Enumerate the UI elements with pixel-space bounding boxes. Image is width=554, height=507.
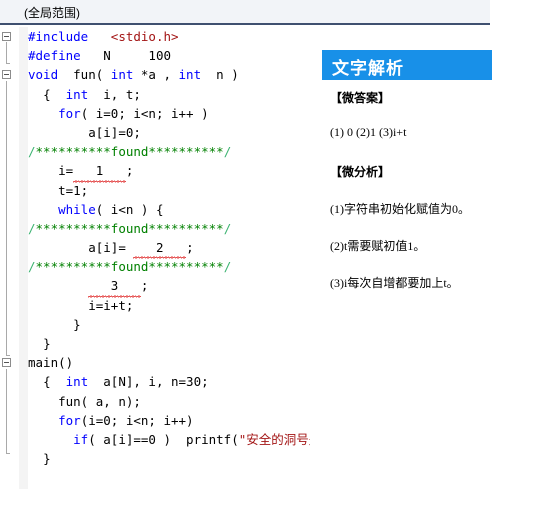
code-comment: **********found********** (35, 259, 224, 275)
code-token: *a , (133, 67, 179, 83)
code-comment: **********found********** (35, 144, 224, 160)
code-fold-toggle-icon[interactable] (2, 32, 11, 41)
code-token: ; (125, 163, 134, 179)
answer-blank[interactable]: 3 (88, 276, 141, 298)
analysis-paragraph: (1) 0 (2)1 (3)i+t (330, 125, 407, 139)
code-token: { (43, 374, 66, 390)
code-keyword: while (58, 201, 96, 217)
code-token: n ) (201, 67, 239, 83)
code-token: } (73, 316, 81, 332)
code-fold-toggle-icon[interactable] (2, 358, 11, 368)
code-token: i=i+t; (88, 297, 134, 313)
code-token: ( i=0; i<n; i++ ) (80, 105, 209, 121)
answer-blank[interactable]: 2 (133, 238, 187, 260)
code-token: ; (140, 278, 149, 294)
code-keyword: int (65, 86, 89, 102)
code-token: fun( (58, 67, 111, 83)
code-token: a[i]=0; (88, 124, 141, 140)
scope-label: (全局范围) (24, 6, 80, 20)
code-token: N 100 (80, 48, 171, 64)
code-token: <stdio.h> (110, 29, 179, 44)
code-editor[interactable]: #include <stdio.h> #define N 100 void fun(… (0, 27, 432, 507)
answer-blank[interactable]: 1 (73, 161, 126, 183)
analysis-section-heading: 【微分析】 (330, 165, 391, 179)
scope-bar[interactable]: (全局范围) (0, 0, 490, 25)
code-token: a[N], i, n=30; (88, 374, 209, 390)
scope-bar-filler (490, 0, 554, 25)
code-token: ( i<n ) { (95, 201, 164, 217)
analysis-panel-header: 文字解析 (322, 50, 492, 80)
code-keyword: int (65, 374, 89, 390)
code-keyword: int (110, 67, 134, 83)
answer-blank-value: 3 (88, 278, 141, 294)
analysis-section-heading: 【微答案】 (330, 91, 391, 105)
code-token: } (43, 336, 51, 351)
code-token: { (43, 86, 66, 102)
code-block-guide-line (6, 80, 7, 356)
code-comment: / (28, 220, 36, 236)
code-comment: / (223, 259, 232, 275)
code-token: ; (186, 240, 194, 256)
code-comment: / (28, 144, 36, 160)
analysis-paragraph: (2)t需要赋初值1。 (330, 239, 426, 253)
analysis-panel: 文字解析 【微答案】 (1) 0 (2)1 (3)i+t 【微分析】 (1)字符串初始… (310, 27, 554, 507)
code-token: a[i]= (88, 240, 134, 256)
code-keyword: #include (28, 29, 89, 44)
code-fold-toggle-icon[interactable] (2, 70, 11, 80)
answer-blank-value: 2 (133, 240, 187, 256)
code-comment: / (223, 144, 232, 160)
code-token: i= (58, 163, 74, 179)
answer-blank-value: 1 (73, 163, 126, 179)
code-token: t=1; (58, 182, 89, 198)
code-block-guide-line (6, 42, 7, 64)
code-token: fun( a, n); (58, 393, 141, 409)
code-token: } (43, 451, 51, 467)
code-keyword: if (73, 431, 89, 447)
code-token: ( a[i]==0 ) printf( (88, 431, 239, 447)
code-block-guide-end (6, 355, 10, 357)
code-comment: / (223, 220, 232, 236)
code-keyword: int (178, 67, 202, 83)
code-token: (i=0; i<n; i++) (80, 412, 194, 428)
code-token: main() (28, 355, 74, 371)
code-comment: **********found********** (35, 220, 224, 236)
code-token: i, t; (88, 86, 141, 102)
code-block-guide-end (6, 63, 10, 65)
code-keyword: for (58, 412, 81, 428)
code-block-guide-end (6, 453, 10, 455)
code-keyword: for (58, 105, 81, 121)
code-comment: / (28, 259, 36, 275)
analysis-panel-title: 文字解析 (332, 59, 404, 79)
code-block-guide-line (6, 368, 7, 454)
code-keyword: #define (28, 48, 81, 64)
analysis-paragraph: (3)i每次自增都要加上t。 (330, 276, 459, 290)
editor-gutter (19, 27, 28, 489)
analysis-paragraph: (1)字符串初始化赋值为0。 (330, 202, 470, 216)
code-keyword: void (28, 67, 59, 83)
